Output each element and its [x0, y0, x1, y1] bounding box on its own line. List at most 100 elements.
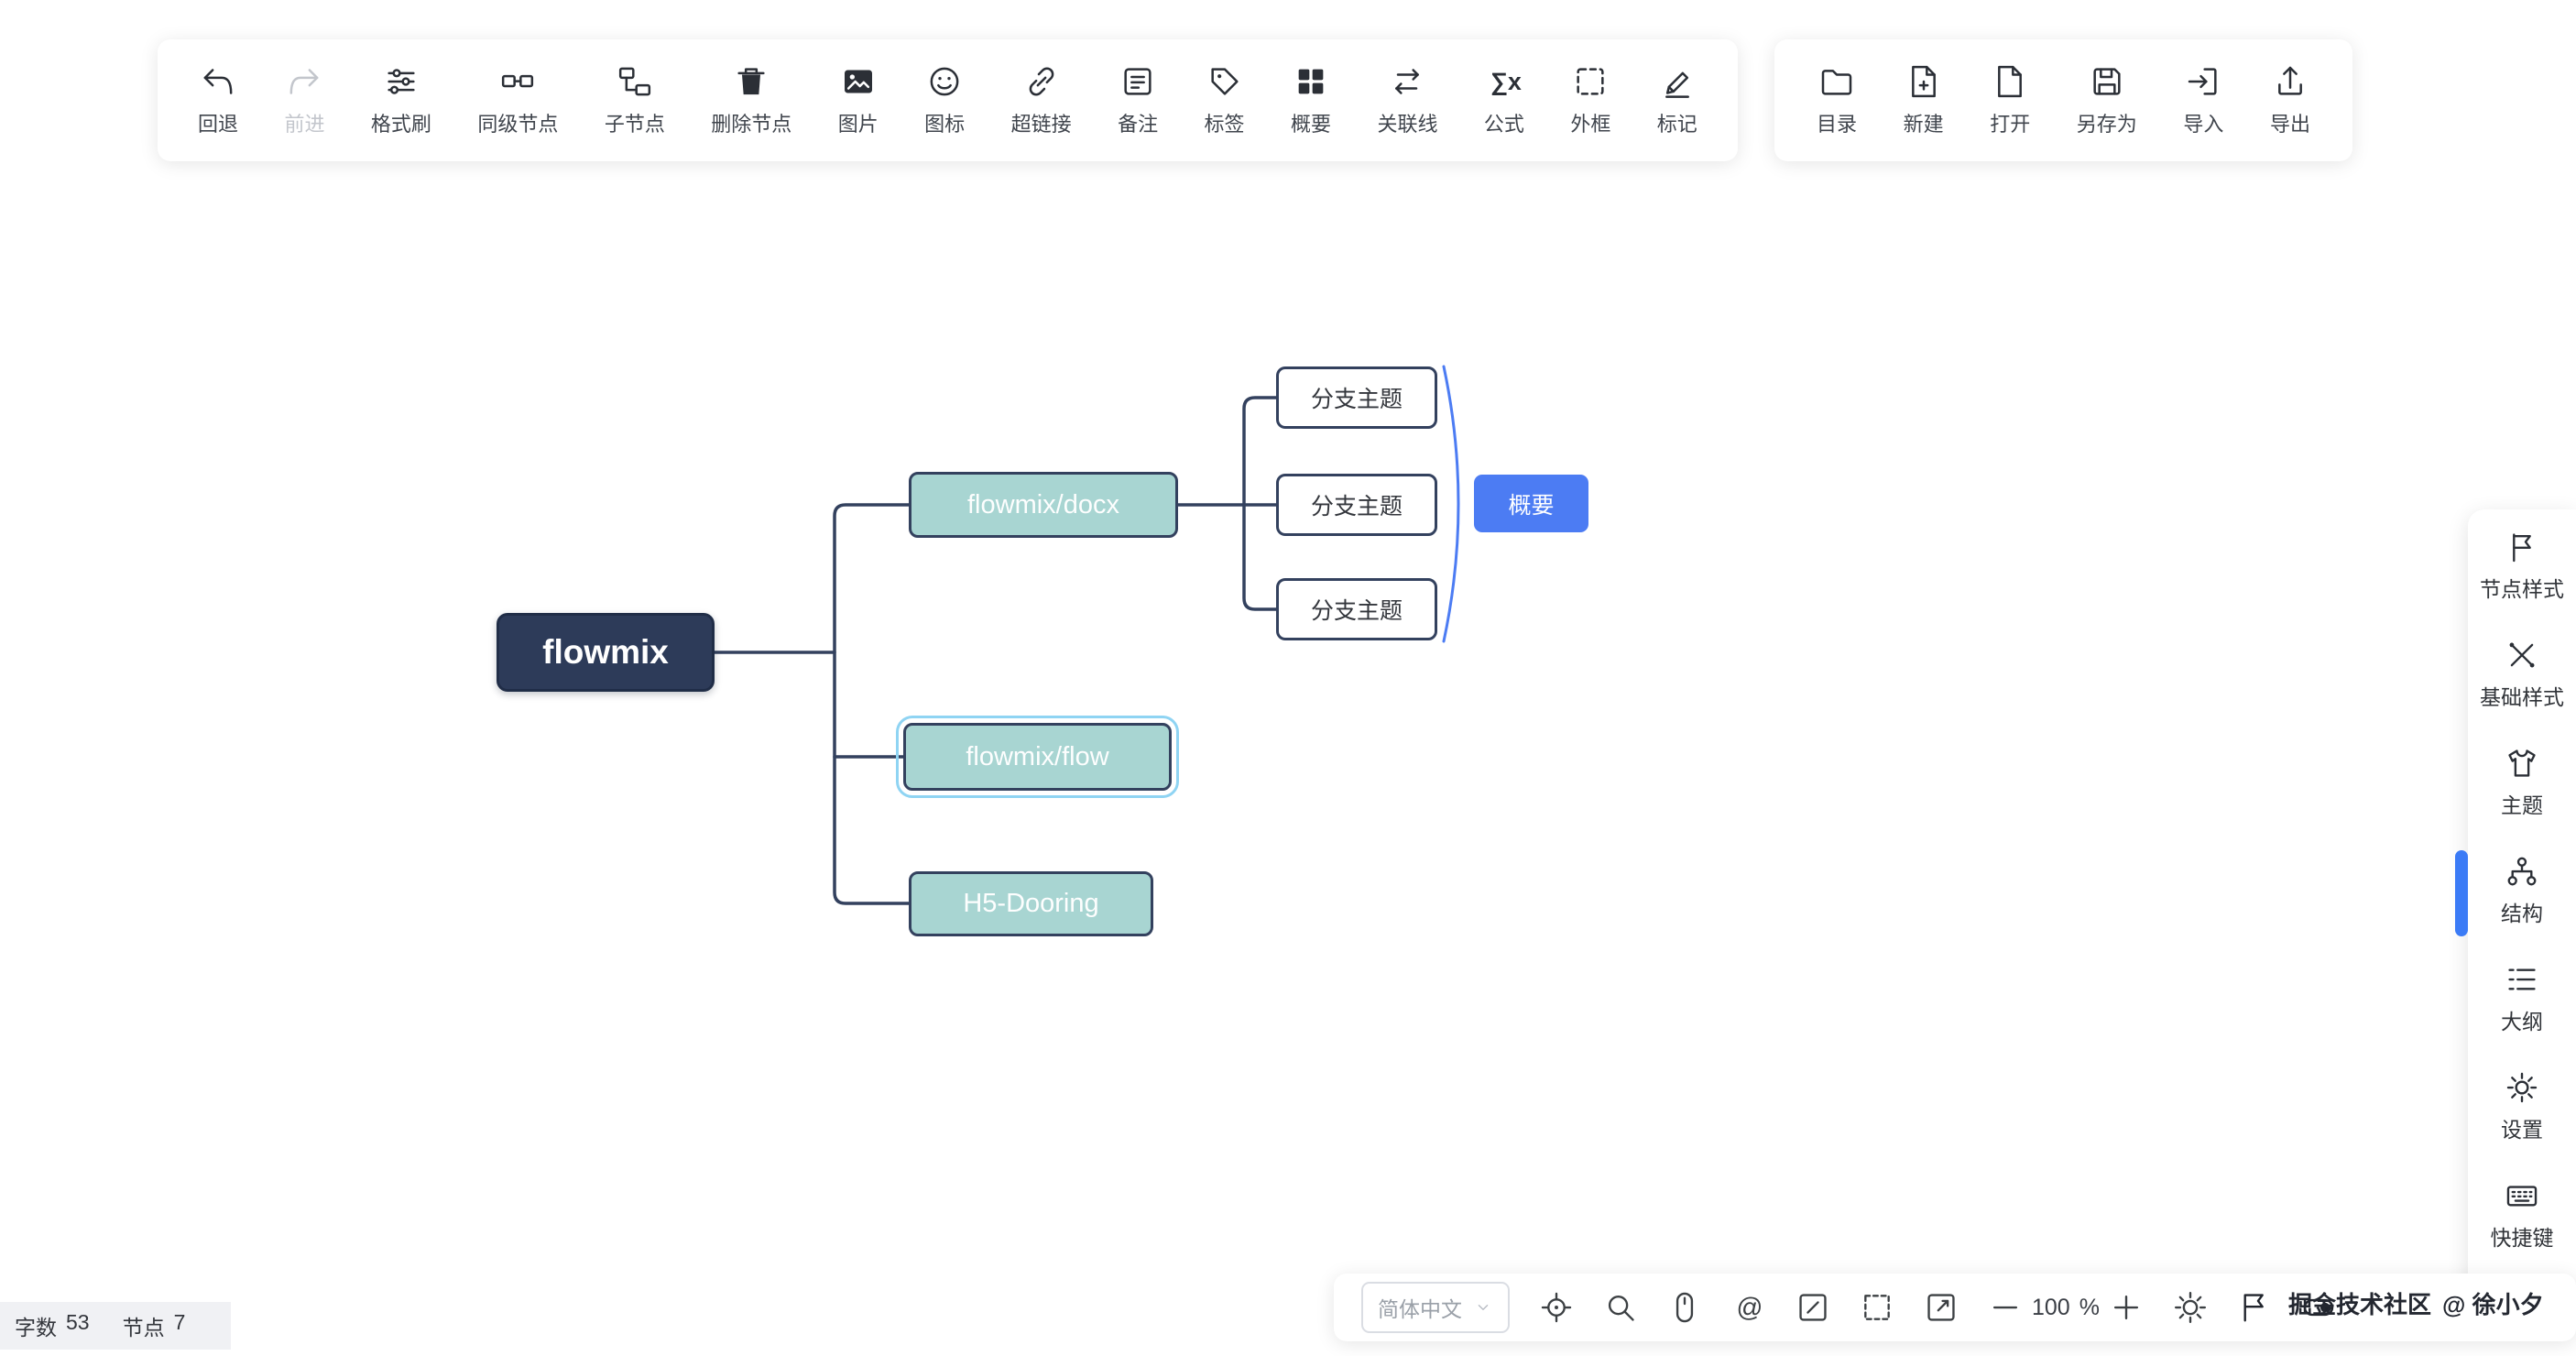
zoom-level: 100	[2032, 1295, 2070, 1321]
language-value: 简体中文	[1378, 1292, 1462, 1323]
child-node-button[interactable]: 子节点	[605, 63, 665, 137]
tag-button[interactable]: 标签	[1205, 63, 1245, 137]
edit-button[interactable]	[1796, 1290, 1830, 1325]
open-label: 打开	[1990, 108, 2030, 137]
relation-line-button[interactable]: 关联线	[1377, 63, 1437, 137]
undo-label: 回退	[198, 108, 238, 137]
summary-button[interactable]: 概要	[1291, 63, 1331, 137]
note-icon	[1119, 63, 1156, 100]
directory-button[interactable]: 目录	[1817, 63, 1857, 137]
right-sidebar: 节点样式 基础样式 主题 结构 大纲 设置 快捷键	[2468, 509, 2576, 1303]
format-painter-button[interactable]: 格式刷	[371, 63, 431, 137]
image-label: 图片	[838, 108, 879, 137]
format-painter-label: 格式刷	[371, 108, 431, 137]
mark-icon	[1659, 63, 1696, 100]
zoom-control: 100 %	[1988, 1290, 2144, 1325]
mention-button[interactable]: @	[1731, 1290, 1766, 1325]
outer-frame-label: 外框	[1570, 108, 1610, 137]
outline-icon	[2505, 962, 2539, 997]
sidebar-item-outline[interactable]: 大纲	[2501, 962, 2543, 1070]
formula-label: 公式	[1484, 108, 1524, 137]
format-painter-icon	[383, 63, 420, 100]
redo-button[interactable]: 前进	[284, 63, 324, 137]
child-node-1[interactable]: 分支主题	[1276, 366, 1437, 429]
sidebar-item-node-style[interactable]: 节点样式	[2480, 530, 2564, 638]
formula-button[interactable]: ∑x 公式	[1484, 63, 1524, 137]
word-count-stat: 字数 53	[15, 1310, 90, 1341]
zoom-out-button[interactable]	[1988, 1290, 2023, 1325]
folder-icon	[1818, 63, 1855, 100]
watermark-text-1: 掘金技术社区	[2288, 1286, 2431, 1320]
word-count-value: 53	[66, 1310, 90, 1341]
child-node-icon	[617, 63, 653, 100]
search-button[interactable]	[1603, 1290, 1638, 1325]
open-file-icon	[1992, 63, 2028, 100]
settings-label: 设置	[2501, 1112, 2543, 1143]
zoom-in-button[interactable]	[2109, 1290, 2144, 1325]
relation-line-icon	[1389, 63, 1425, 100]
node-count-value: 7	[174, 1310, 186, 1341]
marquee-select-button[interactable]	[1860, 1290, 1894, 1325]
summary-label: 概要	[1291, 108, 1331, 137]
child-node-label: 子节点	[605, 108, 665, 137]
import-button[interactable]: 导入	[2183, 63, 2223, 137]
export-button[interactable]: 导出	[2270, 63, 2310, 137]
delete-node-icon	[733, 63, 770, 100]
sidebar-item-shortcuts[interactable]: 快捷键	[2491, 1178, 2554, 1286]
locate-button[interactable]	[1539, 1290, 1574, 1325]
delete-node-label: 删除节点	[711, 108, 791, 137]
node-count-stat: 节点 7	[123, 1310, 186, 1341]
sidebar-item-settings[interactable]: 设置	[2501, 1070, 2543, 1178]
branch-node-flow-selected[interactable]: flowmix/flow	[903, 723, 1172, 791]
emoji-label: 图标	[924, 108, 965, 137]
note-label: 备注	[1118, 108, 1158, 137]
node-count-label: 节点	[123, 1310, 165, 1341]
svg-text:@: @	[1737, 1294, 1763, 1323]
chevron-down-icon	[1473, 1297, 1493, 1318]
basic-style-icon	[2505, 638, 2539, 673]
structure-icon	[2505, 854, 2539, 889]
watermark-text-2: @ 徐小夕	[2442, 1286, 2544, 1320]
zoom-unit: %	[2079, 1295, 2100, 1321]
sibling-node-button[interactable]: 同级节点	[477, 63, 558, 137]
sidebar-item-basic-style[interactable]: 基础样式	[2480, 638, 2564, 746]
hyperlink-label: 超链接	[1011, 108, 1072, 137]
branch-node-docx[interactable]: flowmix/docx	[909, 472, 1178, 538]
import-label: 导入	[2183, 108, 2223, 137]
save-as-button[interactable]: 另存为	[2077, 63, 2137, 137]
sidebar-item-structure[interactable]: 结构	[2501, 854, 2543, 962]
new-button[interactable]: 新建	[1904, 63, 1944, 137]
outline-label: 大纲	[2501, 1004, 2543, 1035]
child-node-3[interactable]: 分支主题	[1276, 578, 1437, 640]
brightness-button[interactable]	[2173, 1290, 2208, 1325]
sidebar-item-theme[interactable]: 主题	[2501, 746, 2543, 854]
mouse-mode-button[interactable]	[1667, 1290, 1702, 1325]
hyperlink-button[interactable]: 超链接	[1011, 63, 1072, 137]
summary-grid-icon	[1293, 63, 1329, 100]
shortcuts-label: 快捷键	[2491, 1220, 2554, 1252]
theme-icon	[2505, 746, 2539, 781]
root-node[interactable]: flowmix	[497, 613, 715, 692]
sibling-node-label: 同级节点	[477, 108, 558, 137]
image-button[interactable]: 图片	[838, 63, 879, 137]
delete-node-button[interactable]: 删除节点	[711, 63, 791, 137]
summary-node[interactable]: 概要	[1474, 475, 1588, 532]
branch-node-h5dooring[interactable]: H5-Dooring	[909, 871, 1153, 936]
flag-icon[interactable]	[2237, 1290, 2272, 1325]
note-button[interactable]: 备注	[1118, 63, 1158, 137]
fit-screen-button[interactable]	[1924, 1290, 1959, 1325]
status-bar: 字数 53 节点 7	[0, 1302, 231, 1350]
undo-button[interactable]: 回退	[198, 63, 238, 137]
language-select[interactable]: 简体中文	[1361, 1282, 1510, 1333]
new-label: 新建	[1904, 108, 1944, 137]
watermark: 掘金技术社区 @ 徐小夕	[2288, 1286, 2544, 1320]
summary-brace	[1444, 366, 1458, 641]
keyboard-icon	[2505, 1178, 2539, 1213]
mark-button[interactable]: 标记	[1657, 63, 1697, 137]
emoji-button[interactable]: 图标	[924, 63, 965, 137]
child-node-2[interactable]: 分支主题	[1276, 474, 1437, 536]
image-icon	[840, 63, 877, 100]
mindmap-connectors	[0, 0, 2576, 1356]
outer-frame-button[interactable]: 外框	[1570, 63, 1610, 137]
open-button[interactable]: 打开	[1990, 63, 2030, 137]
